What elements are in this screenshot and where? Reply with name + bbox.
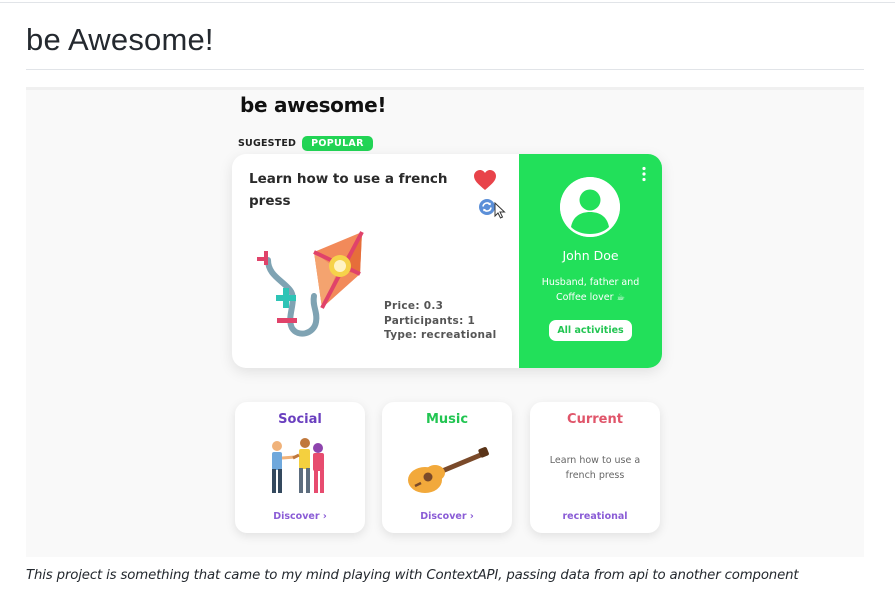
- title-divider: [26, 69, 864, 70]
- readme-title: be Awesome!: [26, 22, 214, 57]
- user-avatar-icon: [560, 177, 620, 237]
- music-card-title: Music: [425, 412, 469, 427]
- tab-popular[interactable]: POPULAR: [302, 136, 373, 151]
- activity-participants: Participants: 1: [384, 314, 476, 327]
- music-card[interactable]: Music Discover ›: [382, 402, 512, 533]
- kebab-menu-icon[interactable]: [641, 166, 647, 182]
- current-card-type: recreational: [562, 511, 628, 522]
- current-card-title: Current: [567, 412, 623, 427]
- music-discover-link[interactable]: Discover ›: [382, 511, 512, 522]
- social-card[interactable]: Social Discover ›: [235, 402, 365, 533]
- activity-title: Learn how to use a french press: [249, 171, 448, 209]
- activity-price: Price: 0.3: [384, 300, 444, 312]
- guitar-illustration: [408, 447, 489, 493]
- activity-panel: Learn how to use a french press Price: 0…: [232, 154, 519, 368]
- activity-info: Price: 0.3 Participants: 1 Type: recreat…: [384, 299, 497, 343]
- readme-caption: This project is something that came to m…: [26, 568, 799, 583]
- tabs: SUGESTED POPULAR: [238, 135, 373, 152]
- preview-top-edge: [26, 87, 864, 90]
- profile-bio-line1: Husband, father and: [541, 277, 640, 288]
- all-activities-button[interactable]: All activities: [549, 320, 632, 341]
- app-title: be awesome!: [240, 93, 387, 117]
- top-divider: [0, 2, 895, 3]
- profile-name: John Doe: [562, 248, 619, 263]
- activity-type: Type: recreational: [384, 329, 497, 341]
- profile-bio: Husband, father and Coffee lover ☕: [529, 275, 652, 305]
- heart-icon[interactable]: [473, 169, 497, 191]
- social-card-title: Social: [278, 412, 322, 427]
- kite-illustration: [257, 231, 364, 337]
- app-preview: be awesome! SUGESTED POPULAR Learn how t…: [26, 87, 864, 557]
- social-discover-link[interactable]: Discover ›: [235, 511, 365, 522]
- profile-panel: John Doe Husband, father and Coffee love…: [519, 154, 662, 368]
- current-card-text: Learn how to use a french press: [549, 455, 641, 481]
- activity-card: Learn how to use a french press Price: 0…: [232, 154, 662, 368]
- people-illustration: [272, 438, 324, 493]
- profile-bio-line2: Coffee lover ☕: [555, 292, 626, 303]
- mouse-cursor-icon: [494, 202, 506, 219]
- tab-suggested[interactable]: SUGESTED: [238, 138, 296, 149]
- current-card[interactable]: Current Learn how to use a french press …: [530, 402, 660, 533]
